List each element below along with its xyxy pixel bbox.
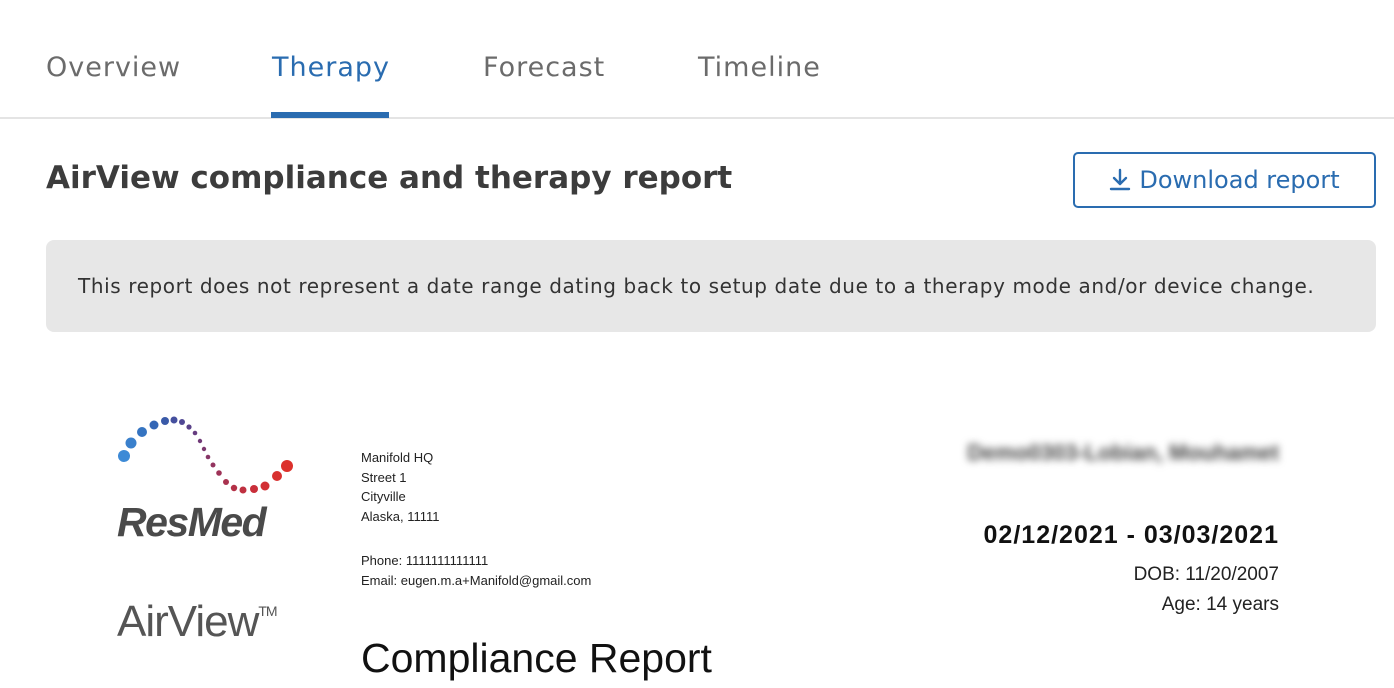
report-title: Compliance Report xyxy=(361,635,712,681)
page-title: AirView compliance and therapy report xyxy=(46,160,733,196)
tab-overview[interactable]: Overview xyxy=(46,52,181,83)
active-tab-indicator xyxy=(271,112,389,118)
tab-forecast[interactable]: Forecast xyxy=(483,52,605,83)
airview-wordmark: AirViewTM xyxy=(117,597,278,647)
download-report-button[interactable]: Download report xyxy=(1073,152,1376,208)
airview-name: AirView xyxy=(117,597,259,646)
report-date-range: 02/12/2021 - 03/03/2021 xyxy=(983,521,1279,549)
tab-bar: Overview Therapy Forecast Timeline xyxy=(0,0,1394,119)
patient-dob: DOB: 11/20/2007 xyxy=(1133,564,1279,585)
resmed-logo-icon xyxy=(118,416,293,494)
address-line: Manifold HQ xyxy=(361,450,434,465)
address-line: Cityville xyxy=(361,489,406,504)
download-icon xyxy=(1110,168,1131,191)
airview-trademark: TM xyxy=(258,603,277,619)
patient-name: Demo0303-Lobian, Mouhamet xyxy=(967,440,1279,465)
email-text: Email: eugen.m.a+Manifold@gmail.com xyxy=(361,572,592,588)
resmed-wordmark: ResMed xyxy=(117,499,267,545)
phone-text: Phone: 1111111111111 xyxy=(361,553,489,568)
date-range-notice: This report does not represent a date ra… xyxy=(46,240,1376,332)
patient-age: Age: 14 years xyxy=(1161,594,1279,615)
address-line: Alaska, 11111 xyxy=(361,508,440,524)
tab-therapy[interactable]: Therapy xyxy=(272,52,390,83)
notice-text: This report does not represent a date ra… xyxy=(78,274,1315,298)
tab-timeline[interactable]: Timeline xyxy=(698,52,821,83)
contact-block: Phone: 1111111111111 Email: eugen.m.a+Ma… xyxy=(361,551,591,590)
address-block: Manifold HQ Street 1 Cityville Alaska, 1… xyxy=(361,448,440,526)
address-line: Street 1 xyxy=(361,469,407,485)
download-report-label: Download report xyxy=(1139,166,1340,194)
